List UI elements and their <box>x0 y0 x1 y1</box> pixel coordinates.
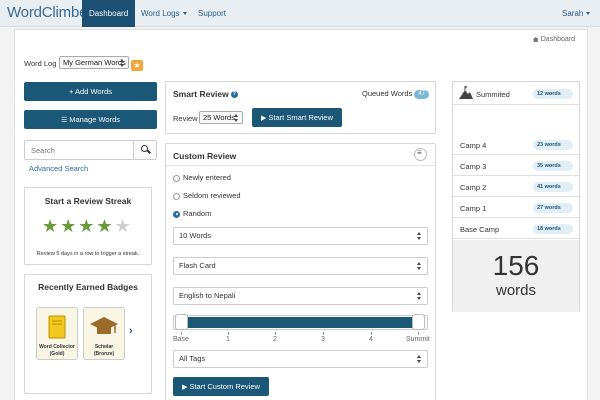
streak-title: Start a Review Streak <box>44 196 132 206</box>
chevron-down-icon <box>182 12 187 16</box>
play-icon: ▶ <box>182 384 188 391</box>
level-row-camp-1[interactable]: Camp 1 27 words <box>453 198 579 218</box>
queued-count-badge: 47 <box>414 89 429 99</box>
add-words-button[interactable]: + Add Words <box>24 82 157 101</box>
list-icon: ☰ <box>60 117 68 124</box>
slider-range-fill <box>188 317 413 328</box>
badges-panel: Recently Earned Badges Word Collector (Go… <box>24 274 152 394</box>
star-icon: ★ <box>78 216 95 236</box>
mountain-flag-icon <box>459 86 473 99</box>
nav-support[interactable]: Support <box>191 0 233 27</box>
graduation-cap-icon <box>90 317 118 334</box>
review-streak-panel: Start a Review Streak ★ ★ ★ ★ ★ Review 5… <box>24 187 152 265</box>
total-words-number: 156 <box>492 250 540 281</box>
word-log-selector: Word Log My German Words <box>24 56 129 69</box>
top-navbar: WordClimber Dashboard Word Logs Support … <box>0 0 600 27</box>
slider-label-base: Base <box>173 336 189 343</box>
chevron-down-icon <box>586 12 591 16</box>
star-icon: ★ <box>60 216 77 236</box>
level-row-base-camp[interactable]: Base Camp 18 words <box>453 219 579 239</box>
book-icon <box>48 315 66 339</box>
star-icon: ★ <box>96 216 113 236</box>
star-icon: ★ <box>42 216 59 236</box>
help-icon[interactable]: ? <box>230 91 238 99</box>
levels-panel: Summited 12 words Camp 4 23 words Camp 3… <box>452 81 580 312</box>
level-row-camp-2[interactable]: Camp 2 41 words <box>453 177 579 197</box>
custom-review-title: Custom Review <box>173 151 237 161</box>
option-newly-entered[interactable]: Newly entered <box>173 173 231 182</box>
custom-review-panel: Custom Review Newly entered Seldom revie… <box>165 143 436 400</box>
slider-label-summit: Summit <box>406 336 430 343</box>
badge-word-collector[interactable]: Word Collector (Gold) <box>36 307 78 360</box>
word-count-select[interactable]: 10 Words <box>173 227 428 245</box>
review-mode-select[interactable]: Flash Card <box>173 257 428 275</box>
radio-icon <box>173 192 180 200</box>
breadcrumb[interactable]: Dashboard <box>532 36 575 43</box>
level-row-camp-3[interactable]: Camp 3 35 words <box>453 156 579 176</box>
review-label: Review <box>173 114 198 123</box>
smart-review-panel: Smart Review? Queued Words 47 Review 25 W… <box>165 81 436 134</box>
favorite-star-button[interactable]: ★ <box>131 60 143 71</box>
star-empty-icon: ★ <box>114 216 131 236</box>
settings-sliders-icon[interactable] <box>414 148 427 161</box>
slider-max-handle[interactable] <box>412 314 425 330</box>
search-icon <box>141 145 148 152</box>
nav-dashboard[interactable]: Dashboard <box>82 0 136 27</box>
level-row-summited[interactable]: Summited 12 words <box>453 82 579 105</box>
slider-min-handle[interactable] <box>175 314 188 330</box>
word-log-select[interactable]: My German Words <box>59 56 129 69</box>
play-icon: ▶ <box>261 115 267 122</box>
option-seldom-reviewed[interactable]: Seldom reviewed <box>173 191 241 200</box>
word-log-label: Word Log <box>24 59 57 68</box>
total-words-box: 156 words <box>453 240 579 312</box>
badges-title: Recently Earned Badges <box>38 282 138 292</box>
advanced-search-link[interactable]: Advanced Search <box>29 164 88 173</box>
direction-select[interactable]: English to Nepali <box>173 287 428 305</box>
badge-scholar[interactable]: Scholar (Bronze) <box>83 307 125 360</box>
streak-stars: ★ ★ ★ ★ ★ <box>42 217 131 235</box>
start-smart-review-button[interactable]: ▶ Start Smart Review <box>252 108 342 127</box>
slider-label-3: 3 <box>321 336 325 343</box>
slider-label-4: 4 <box>369 336 373 343</box>
home-icon <box>532 37 539 42</box>
brand-logo[interactable]: WordClimber <box>7 4 92 21</box>
queued-words: Queued Words 47 <box>362 89 429 99</box>
start-custom-review-button[interactable]: ▶ Start Custom Review <box>173 377 269 396</box>
search-input[interactable] <box>31 146 126 155</box>
divider <box>166 165 435 166</box>
tags-select[interactable]: All Tags <box>173 350 428 368</box>
search-button[interactable] <box>133 141 156 159</box>
option-random[interactable]: Random <box>173 209 211 218</box>
level-row-camp-4[interactable]: Camp 4 23 words <box>453 135 579 155</box>
user-menu[interactable]: Sarah <box>555 0 597 27</box>
search-box <box>24 140 157 160</box>
nav-word-logs[interactable]: Word Logs <box>134 0 194 27</box>
review-count-select[interactable]: 25 Words <box>199 111 243 124</box>
streak-note: Review 5 days in a row to trigger a stre… <box>36 251 140 257</box>
radio-checked-icon <box>173 210 180 218</box>
main-container: Dashboard Word Log My German Words ★ + A… <box>14 29 588 400</box>
radio-icon <box>173 174 180 182</box>
manage-words-button[interactable]: ☰ Manage Words <box>24 110 157 129</box>
total-words-unit: words <box>495 282 536 299</box>
next-badges-chevron-icon[interactable]: › <box>129 325 133 337</box>
slider-label-2: 2 <box>273 336 277 343</box>
slider-label-1: 1 <box>226 336 230 343</box>
smart-review-title: Smart Review? <box>173 89 238 99</box>
